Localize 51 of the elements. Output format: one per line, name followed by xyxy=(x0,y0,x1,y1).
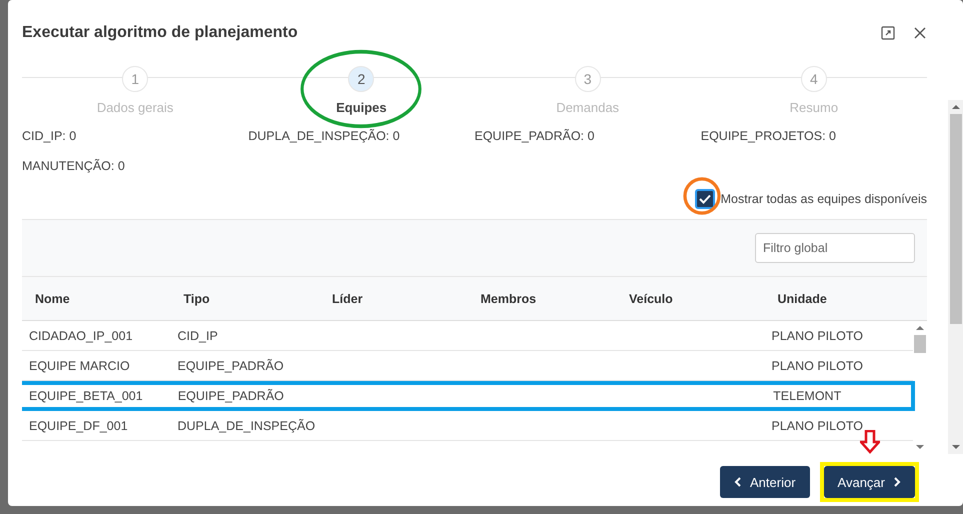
column-header[interactable]: Tipo xyxy=(170,292,319,306)
column-header[interactable]: Veículo xyxy=(616,292,764,306)
table-cell: DUPLA_DE_INSPEÇÃO xyxy=(178,418,316,432)
table-row[interactable]: CIDADAO_IP_001 CID_IP PLANO PILOTO xyxy=(22,321,913,351)
table-cell: TELEMONT xyxy=(773,388,842,402)
column-header[interactable]: Membros xyxy=(468,292,616,306)
expand-icon[interactable] xyxy=(881,26,895,40)
checkbox[interactable] xyxy=(694,189,715,209)
dialog-title: Executar algoritmo de planejamento xyxy=(22,24,299,42)
previous-button[interactable]: Anterior xyxy=(720,466,810,498)
column-header[interactable]: Unidade xyxy=(764,292,913,306)
scroll-thumb[interactable] xyxy=(914,335,926,353)
table-cell: EQUIPE_DF_001 xyxy=(29,418,128,432)
scroll-up-icon[interactable] xyxy=(952,104,960,110)
team-count: CID_IP: 0 xyxy=(22,129,78,143)
scroll-down-icon[interactable] xyxy=(952,444,960,450)
chevron-left-icon xyxy=(734,477,741,487)
table-cell: EQUIPE_PADRÃO xyxy=(178,358,284,372)
table-cell: EQUIPE_PADRÃO xyxy=(178,388,284,402)
annotation-circle xyxy=(682,177,720,215)
scrollbar[interactable] xyxy=(948,100,963,454)
filter-field[interactable]: Filtro global xyxy=(755,233,915,263)
table-cell: EQUIPE_BETA_001 xyxy=(29,388,143,402)
annotation-arrow xyxy=(860,430,880,454)
chevron-right-icon xyxy=(894,477,901,487)
scroll-thumb[interactable] xyxy=(950,114,962,324)
checkbox-label: Mostrar todas as equipes disponíveis xyxy=(720,192,927,206)
step-number[interactable]: 2 xyxy=(348,66,374,92)
checkmark-icon xyxy=(698,194,711,204)
team-count: EQUIPE_PROJETOS: 0 xyxy=(700,129,837,143)
team-count: DUPLA_DE_INSPEÇÃO: 0 xyxy=(248,129,401,143)
step-label: Dados gerais xyxy=(96,100,174,115)
step-label: Resumo xyxy=(790,100,838,115)
table-cell: PLANO PILOTO xyxy=(772,358,863,372)
scroll-down-icon[interactable] xyxy=(916,444,924,450)
next-button[interactable]: Avançar xyxy=(824,466,915,498)
table-cell: PLANO PILOTO xyxy=(772,328,863,342)
scroll-up-icon[interactable] xyxy=(916,325,924,331)
close-icon[interactable] xyxy=(913,26,927,40)
table-cell: PLANO PILOTO xyxy=(772,418,863,432)
team-count: EQUIPE_PADRÃO: 0 xyxy=(474,129,596,143)
table-cell: EQUIPE MARCIO xyxy=(29,358,130,372)
step-label: Demandas xyxy=(556,100,620,115)
table-cell: CID_IP xyxy=(178,328,218,342)
column-header[interactable]: Líder xyxy=(319,292,468,306)
table-row[interactable]: EQUIPE MARCIO EQUIPE_PADRÃO PLANO PILOTO xyxy=(22,351,913,381)
step-label: Equipes xyxy=(336,100,387,115)
team-count: MANUTENÇÃO: 0 xyxy=(22,159,126,173)
column-header[interactable]: Nome xyxy=(22,292,170,306)
highlighted-row[interactable]: EQUIPE_BETA_001 EQUIPE_PADRÃO TELEMONT xyxy=(22,381,915,411)
table-cell: CIDADAO_IP_001 xyxy=(29,328,133,342)
